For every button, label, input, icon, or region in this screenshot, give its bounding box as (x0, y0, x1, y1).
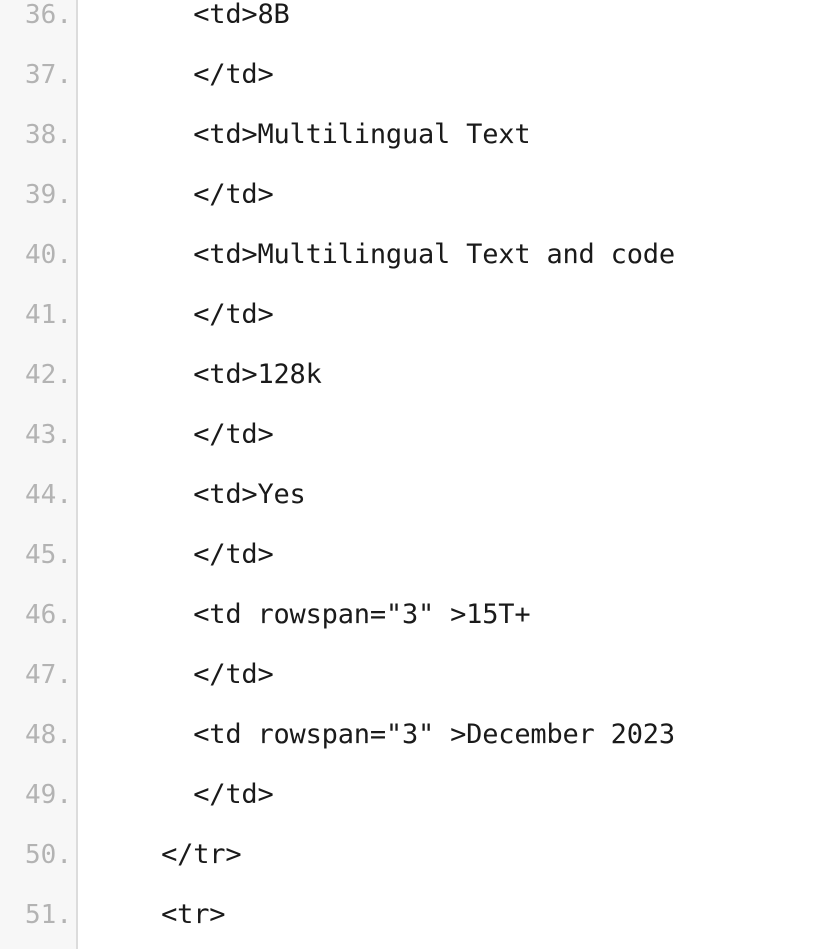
line-code[interactable]: <td>8B (72, 0, 821, 45)
line-code[interactable]: <td>Yes (72, 465, 821, 525)
line-number: 41. (25, 300, 72, 330)
code-line[interactable]: 37. </td> (0, 45, 821, 105)
code-line-list: 36. <td>8B 37. </td> 38. <td>Multilingua… (0, 0, 821, 945)
code-line[interactable]: 44. <td>Yes (0, 465, 821, 525)
line-number: 38. (25, 120, 72, 150)
line-number: 42. (25, 360, 72, 390)
code-line[interactable]: 39. </td> (0, 165, 821, 225)
line-number: 51. (25, 900, 72, 930)
code-line[interactable]: 45. </td> (0, 525, 821, 585)
line-code[interactable]: </td> (72, 645, 821, 705)
line-number: 36. (25, 0, 72, 30)
line-code[interactable]: </td> (72, 45, 821, 105)
code-line[interactable]: 48. <td rowspan="3" >December 2023 (0, 705, 821, 765)
code-line[interactable]: 38. <td>Multilingual Text (0, 105, 821, 165)
code-line[interactable]: 47. </td> (0, 645, 821, 705)
line-number: 49. (25, 780, 72, 810)
code-line[interactable]: 40. <td>Multilingual Text and code (0, 225, 821, 285)
line-code[interactable]: </td> (72, 165, 821, 225)
code-line[interactable]: 43. </td> (0, 405, 821, 465)
line-code[interactable]: </td> (72, 285, 821, 345)
line-code[interactable]: </tr> (72, 825, 821, 885)
line-code[interactable]: </td> (72, 525, 821, 585)
line-number: 37. (25, 60, 72, 90)
line-code[interactable]: <td rowspan="3" >15T+ (72, 585, 821, 645)
code-line[interactable]: 50. </tr> (0, 825, 821, 885)
line-code[interactable]: <tr> (72, 885, 821, 945)
line-number: 40. (25, 240, 72, 270)
line-number: 50. (25, 840, 72, 870)
line-code[interactable]: <td rowspan="3" >December 2023 (72, 705, 821, 765)
line-code[interactable]: <td>128k (72, 345, 821, 405)
line-number: 48. (25, 720, 72, 750)
code-viewer[interactable]: 36. <td>8B 37. </td> 38. <td>Multilingua… (0, 0, 821, 949)
line-number: 45. (25, 540, 72, 570)
line-number: 43. (25, 420, 72, 450)
code-line[interactable]: 42. <td>128k (0, 345, 821, 405)
code-line[interactable]: 36. <td>8B (0, 0, 821, 45)
code-line[interactable]: 46. <td rowspan="3" >15T+ (0, 585, 821, 645)
line-code[interactable]: <td>Multilingual Text (72, 105, 821, 165)
line-number: 47. (25, 660, 72, 690)
line-code[interactable]: </td> (72, 765, 821, 825)
line-code[interactable]: </td> (72, 405, 821, 465)
line-number: 44. (25, 480, 72, 510)
line-number: 46. (25, 600, 72, 630)
code-line[interactable]: 49. </td> (0, 765, 821, 825)
code-line[interactable]: 51. <tr> (0, 885, 821, 945)
line-code[interactable]: <td>Multilingual Text and code (72, 225, 821, 285)
code-line[interactable]: 41. </td> (0, 285, 821, 345)
line-number: 39. (25, 180, 72, 210)
